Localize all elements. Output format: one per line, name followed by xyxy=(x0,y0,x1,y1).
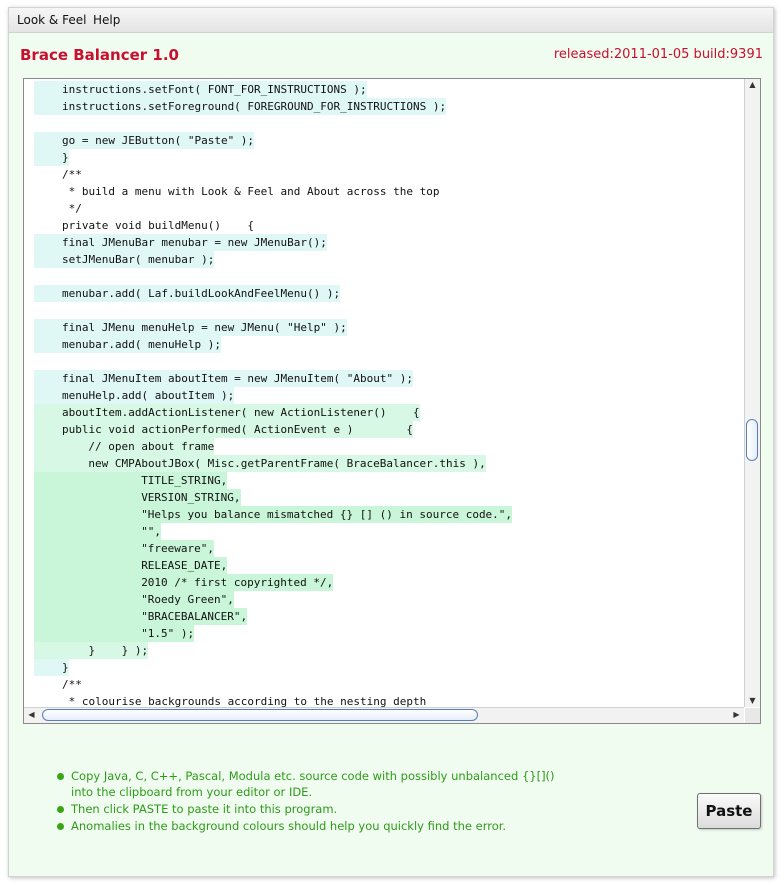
paste-button[interactable]: Paste xyxy=(697,793,761,829)
code-line: public void actionPerformed( ActionEvent… xyxy=(34,421,413,438)
code-line: } xyxy=(34,149,69,166)
code-line: menubar.add( Laf.buildLookAndFeelMenu() … xyxy=(34,285,341,302)
scroll-left-icon[interactable]: ◀ xyxy=(25,710,38,720)
code-line: setJMenuBar( menubar ); xyxy=(34,251,215,268)
code-line: 2010 /* first copyrighted */, xyxy=(34,574,334,591)
code-line: "freeware", xyxy=(34,540,215,557)
code-line: * colourise backgrounds according to the… xyxy=(62,695,427,707)
vertical-scrollbar[interactable]: ▲ ▼ xyxy=(744,79,760,707)
instruction-item: Anomalies in the background colours shou… xyxy=(57,818,577,834)
code-line: // open about frame xyxy=(34,438,215,455)
code-line: TITLE_STRING, xyxy=(34,472,228,489)
code-line: "", xyxy=(34,523,162,540)
code-editor[interactable]: instructions.setFont( FONT_FOR_INSTRUCTI… xyxy=(23,78,761,724)
instructions-list: Copy Java, C, C++, Pascal, Modula etc. s… xyxy=(57,768,577,835)
code-line: } xyxy=(34,659,69,676)
code-line: "Helps you balance mismatched {} [] () i… xyxy=(34,506,513,523)
code-line: aboutItem.addActionListener( new ActionL… xyxy=(34,404,420,421)
code-line: instructions.setForeground( FOREGROUND_F… xyxy=(34,98,447,115)
code-line: * build a menu with Look & Feel and Abou… xyxy=(62,185,440,198)
scroll-corner xyxy=(745,708,760,723)
code-line: "BRACEBALANCER", xyxy=(34,608,248,625)
code-line: "1.5" ); xyxy=(34,625,195,642)
horizontal-scrollbar[interactable]: ◀ ▶ xyxy=(24,707,744,723)
instruction-item: Copy Java, C, C++, Pascal, Modula etc. s… xyxy=(57,768,577,800)
menu-help[interactable]: Help xyxy=(93,13,120,27)
instruction-text: Then click PASTE to paste it into this p… xyxy=(71,802,338,816)
bullet-icon xyxy=(57,806,64,813)
code-line: new CMPAboutJBox( Misc.getParentFrame( B… xyxy=(34,455,486,472)
instruction-item: Then click PASTE to paste it into this p… xyxy=(57,801,577,817)
code-line: RELEASE_DATE, xyxy=(34,557,228,574)
code-line: /** xyxy=(62,168,82,181)
scroll-down-icon[interactable]: ▼ xyxy=(746,696,759,706)
app-title: Brace Balancer 1.0 xyxy=(20,46,179,64)
code-line: "Roedy Green", xyxy=(34,591,234,608)
instruction-text: Copy Java, C, C++, Pascal, Modula etc. s… xyxy=(71,769,555,799)
instruction-text: Anomalies in the background colours shou… xyxy=(71,819,507,833)
release-info: released:2011-01-05 build:9391 xyxy=(553,47,763,62)
menu-look-and-feel[interactable]: Look & Feel xyxy=(17,13,86,27)
menu-bar: Look & Feel Help xyxy=(9,8,773,33)
code-line: instructions.setFont( FONT_FOR_INSTRUCTI… xyxy=(34,81,367,98)
vertical-scroll-thumb[interactable] xyxy=(746,419,758,461)
bullet-icon xyxy=(57,773,64,780)
code-line: /** xyxy=(62,678,82,691)
code-line: private void buildMenu() { xyxy=(62,219,255,232)
code-line: */ xyxy=(62,202,82,215)
horizontal-scroll-thumb[interactable] xyxy=(42,709,478,721)
code-line: final JMenu menuHelp = new JMenu( "Help"… xyxy=(34,319,347,336)
bullet-icon xyxy=(57,823,64,830)
code-line: VERSION_STRING, xyxy=(34,489,241,506)
code-line: } } ); xyxy=(34,642,149,659)
code-line: final JMenuBar menubar = new JMenuBar(); xyxy=(34,234,327,251)
code-line: final JMenuItem aboutItem = new JMenuIte… xyxy=(34,370,413,387)
code-line: go = new JEButton( "Paste" ); xyxy=(34,132,255,149)
scroll-right-icon[interactable]: ▶ xyxy=(730,710,743,720)
code-line: menubar.add( menuHelp ); xyxy=(34,336,221,353)
app-window: Look & Feel Help Brace Balancer 1.0 rele… xyxy=(8,7,774,877)
scroll-up-icon[interactable]: ▲ xyxy=(746,80,759,90)
code-line: menuHelp.add( aboutItem ); xyxy=(34,387,235,404)
code-text-area[interactable]: instructions.setFont( FONT_FOR_INSTRUCTI… xyxy=(24,79,744,707)
